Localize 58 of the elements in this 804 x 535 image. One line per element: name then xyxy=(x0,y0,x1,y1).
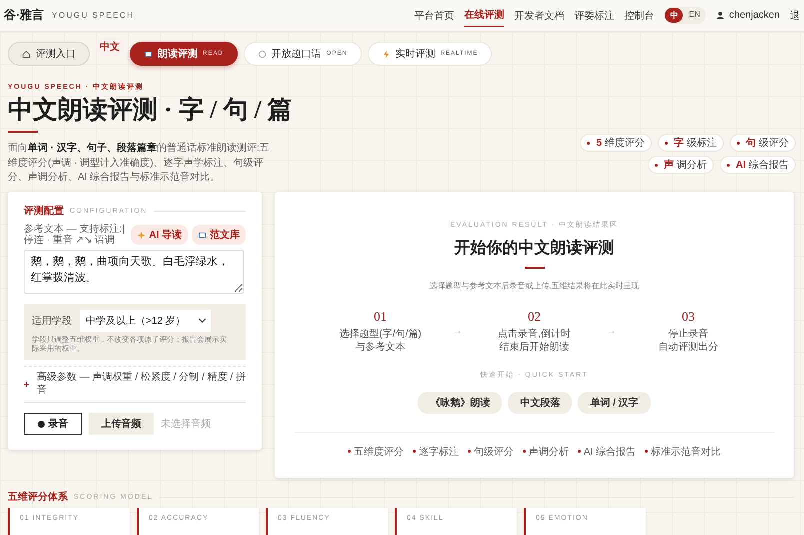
arrow-icon: → xyxy=(606,326,616,336)
nav-link[interactable]: 在线评测 xyxy=(464,4,504,27)
nav-link[interactable]: 评委标注 xyxy=(574,4,614,26)
quick-start-button[interactable]: 中文段落 xyxy=(508,392,572,414)
file-status: 未选择音频 xyxy=(161,418,211,431)
arrow-icon: → xyxy=(452,326,462,336)
feature-tag: 声 调分析 xyxy=(648,156,714,174)
step-number: 03 xyxy=(682,308,695,324)
step-text: 选择题型(字/句/篇) 与参考文本 xyxy=(339,328,422,354)
lightning-icon xyxy=(382,50,391,58)
upload-button[interactable]: 上传音频 xyxy=(89,413,154,435)
section-title: 评测配置 xyxy=(24,204,64,218)
reference-text-field[interactable]: 鹅，鹅，鹅，曲项向天歌。白毛浮绿水，红掌拨清波。 xyxy=(24,250,244,294)
feature-item: 声调分析 xyxy=(522,444,569,458)
step-number: 01 xyxy=(374,308,387,324)
hero-description: 面向单词 · 汉字、句子、段落篇章的普通话标准朗读测评:五维度评分(声调 · 调型计入准确度)、逐字声学标注、句级评分、声调分析、AI 综合报告与标准示范音对比。 xyxy=(8,142,271,185)
language-badge: 中文 xyxy=(96,38,124,56)
sparkle-icon xyxy=(137,230,146,240)
stage-select[interactable]: 中学及以上（>12 岁） xyxy=(80,310,211,332)
logo-subtitle: YOUGU SPEECH xyxy=(52,11,134,20)
user-icon xyxy=(716,11,726,20)
home-icon xyxy=(22,50,31,58)
result-subtitle: 选择题型与参考文本后录音或上传,五维结果将在此实时呈现 xyxy=(429,280,640,292)
advanced-settings-toggle[interactable]: 高级参数 — 声调权重 / 松紧度 / 分制 / 精度 / 拼音 xyxy=(24,366,246,403)
feature-item: 句级评分 xyxy=(468,444,514,458)
feature-item: AI 综合报告 xyxy=(578,444,636,458)
feature-item: 逐字标注 xyxy=(412,444,459,458)
feature-item: 标准示范音对比 xyxy=(645,444,722,458)
feature-tag: 5 维度评分 xyxy=(580,134,652,152)
entry-button[interactable]: 评测入口 xyxy=(8,42,90,66)
sample-library-button[interactable]: 范文库 xyxy=(192,225,246,245)
record-button[interactable]: 录音 xyxy=(24,413,82,435)
user-name[interactable]: chenjacken xyxy=(729,10,780,21)
step-text: 停止录音 自动评测出分 xyxy=(658,328,718,354)
record-icon xyxy=(38,420,44,428)
field-label: 适用学段 xyxy=(32,314,72,328)
logout-link[interactable]: 退 xyxy=(790,8,800,22)
language-option[interactable]: 中 xyxy=(665,8,684,23)
feature-tag: AI 综合报告 xyxy=(720,156,796,174)
nav-link[interactable]: 平台首页 xyxy=(414,4,454,26)
section-title: 五维评分体系 xyxy=(8,490,68,504)
nav-link[interactable]: 控制台 xyxy=(624,4,654,26)
circle-icon xyxy=(258,50,267,58)
result-title: 开始你的中文朗读评测 xyxy=(454,238,614,259)
nav-link[interactable]: 开发者文档 xyxy=(514,4,564,26)
ai-guide-button[interactable]: AI 导读 xyxy=(131,225,188,245)
language-option[interactable]: EN xyxy=(684,8,706,23)
language-toggle[interactable]: 中 EN xyxy=(664,7,706,24)
logo-text: 谷·雅言 xyxy=(4,7,44,24)
step-number: 02 xyxy=(528,308,541,324)
quick-start-button[interactable]: 单词 / 汉字 xyxy=(578,392,651,414)
feature-item: 五维度评分 xyxy=(348,444,404,458)
feature-tag: 句 级评分 xyxy=(730,134,796,152)
step-text: 点击录音,倒计时 结束后开始朗读 xyxy=(498,328,571,354)
quick-start-button[interactable]: 《咏鹅》朗读 xyxy=(418,392,502,414)
feature-tag: 字 级标注 xyxy=(658,134,724,152)
field-label: 参考文本 — 支持标注:| 停连 · 重音 ↗↘ 语调 xyxy=(24,224,126,246)
page-title: 中文朗读评测 · 字 / 句 / 篇 xyxy=(8,95,293,126)
